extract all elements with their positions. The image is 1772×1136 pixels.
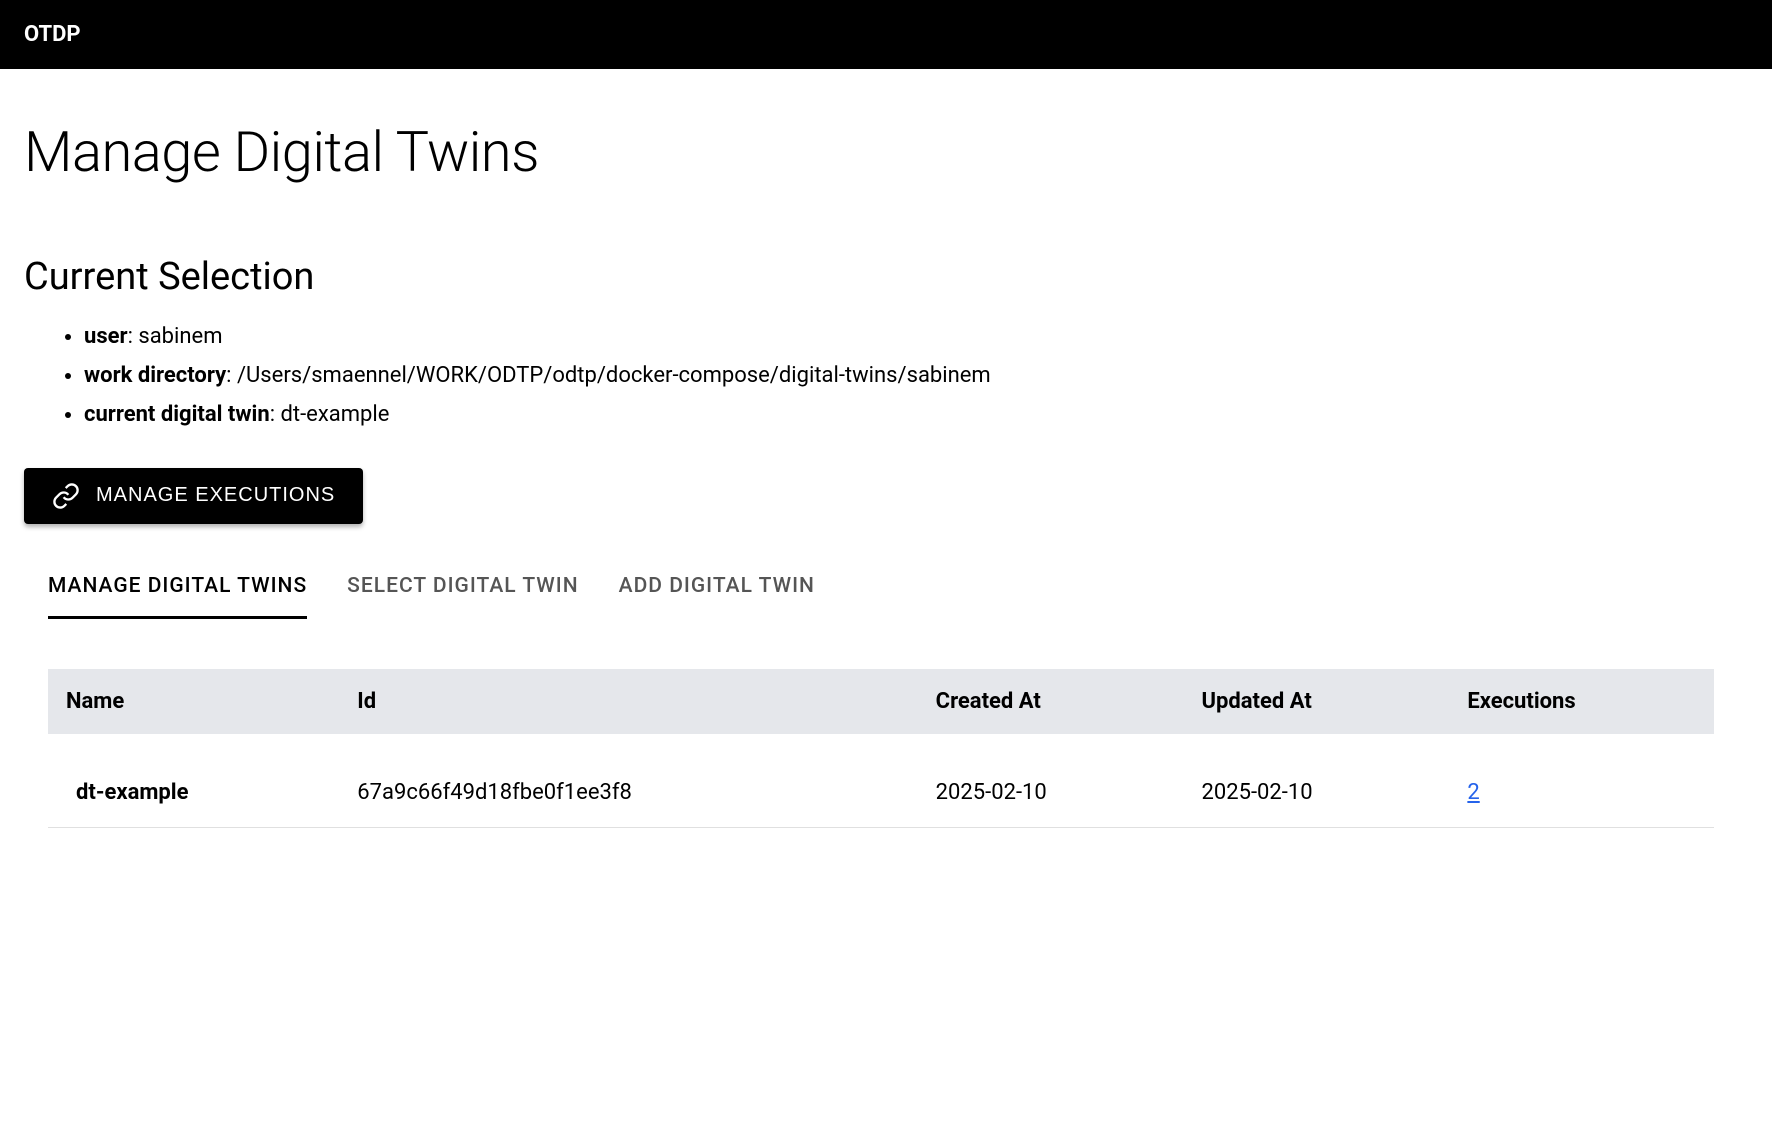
user-value: sabinem <box>138 324 222 349</box>
tab-add-digital-twin[interactable]: ADD DIGITAL TWIN <box>619 574 815 619</box>
cell-updated-at: 2025-02-10 <box>1188 734 1454 828</box>
selection-user: user: sabinem <box>84 319 1748 354</box>
workdir-label: work directory <box>84 363 226 388</box>
manage-executions-label: MANAGE EXECUTIONS <box>96 484 335 507</box>
tabs: MANAGE DIGITAL TWINS SELECT DIGITAL TWIN… <box>24 574 1748 619</box>
main-content: Manage Digital Twins Current Selection u… <box>0 69 1772 848</box>
table-row: dt-example 67a9c66f49d18fbe0f1ee3f8 2025… <box>48 734 1714 828</box>
selection-workdir: work directory: /Users/smaennel/WORK/ODT… <box>84 358 1748 393</box>
app-name: OTDP <box>24 22 81 47</box>
current-twin-value: dt-example <box>280 402 389 427</box>
section-title: Current Selection <box>24 255 1748 299</box>
col-created-at: Created At <box>922 669 1188 734</box>
cell-created-at: 2025-02-10 <box>922 734 1188 828</box>
link-icon <box>52 482 80 510</box>
col-updated-at: Updated At <box>1188 669 1454 734</box>
table-header-row: Name Id Created At Updated At Executions <box>48 669 1714 734</box>
selection-list: user: sabinem work directory: /Users/sma… <box>24 319 1748 433</box>
col-id: Id <box>343 669 921 734</box>
digital-twins-table: Name Id Created At Updated At Executions… <box>48 669 1714 828</box>
app-header: OTDP <box>0 0 1772 69</box>
cell-executions: 2 <box>1453 734 1714 828</box>
col-executions: Executions <box>1453 669 1714 734</box>
cell-name: dt-example <box>48 734 343 828</box>
workdir-value: /Users/smaennel/WORK/ODTP/odtp/docker-co… <box>237 363 991 388</box>
tab-manage-digital-twins[interactable]: MANAGE DIGITAL TWINS <box>48 574 307 619</box>
table-wrap: Name Id Created At Updated At Executions… <box>24 669 1748 828</box>
col-name: Name <box>48 669 343 734</box>
selection-current-twin: current digital twin: dt-example <box>84 397 1748 432</box>
current-twin-label: current digital twin <box>84 402 270 427</box>
manage-executions-button[interactable]: MANAGE EXECUTIONS <box>24 468 363 524</box>
cell-id: 67a9c66f49d18fbe0f1ee3f8 <box>343 734 921 828</box>
user-label: user <box>84 324 128 349</box>
tab-select-digital-twin[interactable]: SELECT DIGITAL TWIN <box>347 574 578 619</box>
page-title: Manage Digital Twins <box>24 119 1748 185</box>
executions-link[interactable]: 2 <box>1467 780 1479 805</box>
